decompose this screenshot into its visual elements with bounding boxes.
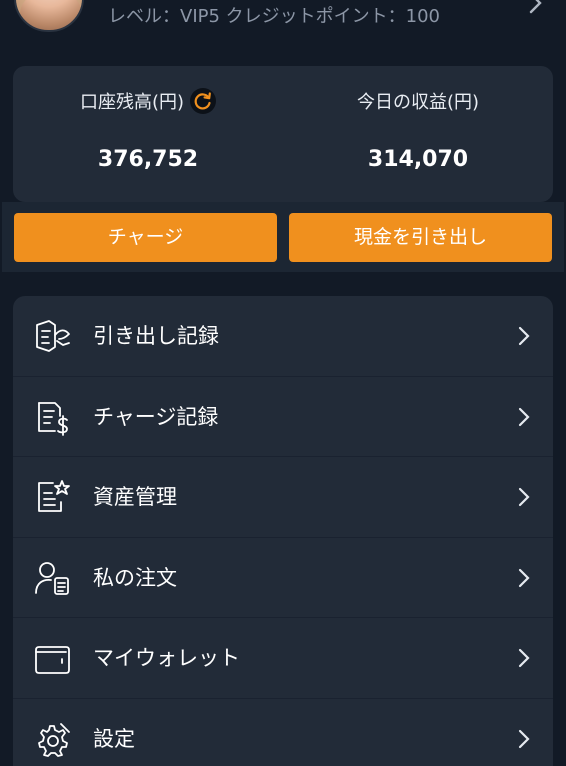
charge-record-icon bbox=[38, 401, 68, 436]
menu-item-label: チャージ記録 bbox=[93, 404, 219, 429]
action-button-bar: チャージ 現金を引き出し bbox=[2, 202, 564, 272]
menu-item-label: マイウォレット bbox=[93, 646, 240, 671]
menu-item-label: 資産管理 bbox=[93, 485, 177, 510]
chevron-right-icon bbox=[518, 649, 530, 668]
profile-page: レベル：VIP5 クレジットポイント：100 口座残高(円) 376,752 今… bbox=[0, 0, 566, 766]
withdraw-button[interactable]: 現金を引き出し bbox=[289, 213, 552, 262]
account-balance-value: 376,752 bbox=[97, 147, 199, 172]
menu-item-asset-management[interactable]: 資産管理 bbox=[13, 457, 553, 538]
menu-item-withdrawal-record[interactable]: 引き出し記録 bbox=[13, 296, 553, 377]
account-balance-section: 口座残高(円) 376,752 bbox=[13, 66, 283, 172]
settings-icon bbox=[38, 723, 70, 757]
asset-management-icon bbox=[38, 480, 70, 513]
today-earnings-section: 今日の収益(円) 314,070 bbox=[283, 66, 553, 172]
menu-item-my-orders[interactable]: 私の注文 bbox=[13, 538, 553, 619]
my-orders-icon bbox=[35, 561, 69, 595]
today-earnings-value: 314,070 bbox=[367, 147, 469, 172]
chevron-right-icon bbox=[518, 407, 530, 426]
charge-button[interactable]: チャージ bbox=[14, 213, 277, 262]
menu-item-settings[interactable]: 設定 bbox=[13, 699, 553, 766]
menu-item-label: 私の注文 bbox=[93, 565, 177, 590]
menu-item-charge-record[interactable]: チャージ記録 bbox=[13, 377, 553, 458]
account-balance-label: 口座残高(円) bbox=[79, 92, 185, 113]
chevron-right-icon bbox=[518, 326, 530, 346]
refresh-icon[interactable] bbox=[190, 88, 217, 114]
withdrawal-record-icon bbox=[36, 320, 70, 352]
menu-item-wallet[interactable]: マイウォレット bbox=[13, 618, 553, 699]
menu-list: 引き出し記録 チャージ記録 資産管理 私の注文 マイウォレット 設定 bbox=[13, 296, 553, 766]
wallet-icon bbox=[35, 646, 70, 675]
menu-item-label: 設定 bbox=[93, 726, 135, 751]
avatar[interactable] bbox=[14, 0, 84, 32]
menu-item-label: 引き出し記録 bbox=[93, 324, 219, 348]
chevron-right-icon[interactable] bbox=[528, 0, 544, 14]
level-credit-info: レベル：VIP5 クレジットポイント：100 bbox=[108, 6, 441, 27]
balance-card: 口座残高(円) 376,752 今日の収益(円) 314,070 bbox=[13, 66, 553, 202]
today-earnings-label: 今日の収益(円) bbox=[356, 92, 480, 113]
chevron-right-icon bbox=[518, 568, 530, 587]
chevron-right-icon bbox=[518, 729, 530, 749]
chevron-right-icon bbox=[518, 488, 530, 507]
